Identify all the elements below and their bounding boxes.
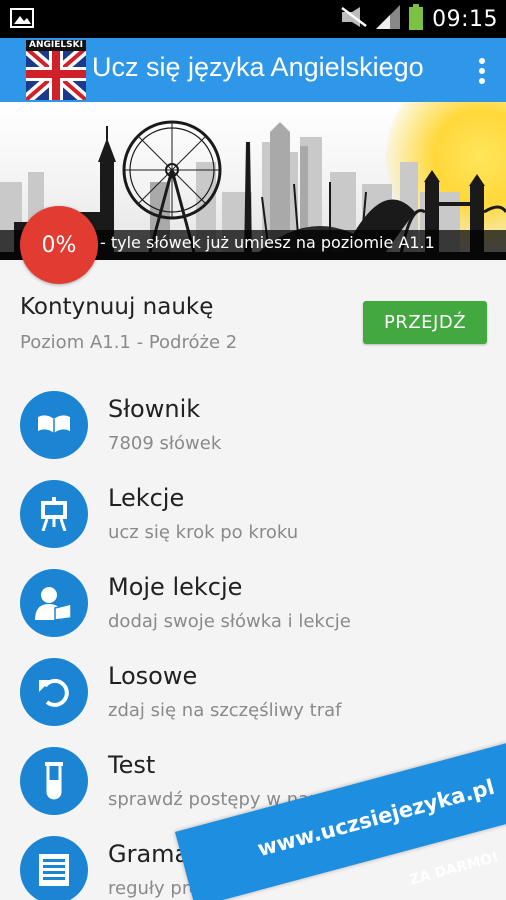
test-tube-icon <box>20 747 88 815</box>
app-bar: ANGIELSKI Ucz się języka Angielskiego <box>0 38 506 102</box>
go-button[interactable]: PRZEJDŹ <box>363 301 487 344</box>
app-logo[interactable]: ANGIELSKI <box>26 40 86 100</box>
menu-item-subtitle: 7809 słówek <box>108 433 222 454</box>
menu-item-moje-lekcje[interactable]: Moje lekcje dodaj swoje słówka i lekcje <box>0 557 506 646</box>
menu-item-losowe[interactable]: Losowe zdaj się na szczęśliwy traf <box>0 646 506 735</box>
logo-label: ANGIELSKI <box>26 40 86 51</box>
battery-icon <box>408 4 424 34</box>
overflow-menu-icon[interactable] <box>472 56 492 86</box>
menu-item-subtitle: zdaj się na szczęśliwy traf <box>108 700 342 721</box>
picture-icon <box>10 8 34 32</box>
signal-icon <box>376 5 401 33</box>
document-list-icon <box>20 836 88 900</box>
easel-icon <box>20 480 88 548</box>
menu-item-title: Moje lekcje <box>108 573 243 601</box>
progress-badge: 0% <box>20 206 98 284</box>
menu-item-title: Test <box>108 751 156 779</box>
status-bar: 09:15 <box>0 0 506 38</box>
menu-item-lekcje[interactable]: Lekcje ucz się krok po kroku <box>0 468 506 557</box>
menu-item-title: Słownik <box>108 395 201 423</box>
continue-title: Kontynuuj naukę <box>20 294 214 320</box>
menu-item-slownik[interactable]: Słownik 7809 słówek <box>0 379 506 468</box>
menu-item-title: Losowe <box>108 662 198 690</box>
mute-icon <box>340 6 368 32</box>
undo-arrow-icon <box>20 658 88 726</box>
book-icon <box>20 391 88 459</box>
progress-description: - tyle słówek już umiesz na poziomie A1.… <box>100 233 435 252</box>
clock: 09:15 <box>432 6 498 32</box>
menu-item-subtitle: ucz się krok po kroku <box>108 522 299 543</box>
menu-item-title: Lekcje <box>108 484 185 512</box>
continue-subtitle: Poziom A1.1 - Podróże 2 <box>20 332 238 353</box>
user-book-icon <box>20 569 88 637</box>
menu-item-subtitle: dodaj swoje słówka i lekcje <box>108 611 351 632</box>
app-title: Ucz się języka Angielskiego <box>92 52 424 82</box>
